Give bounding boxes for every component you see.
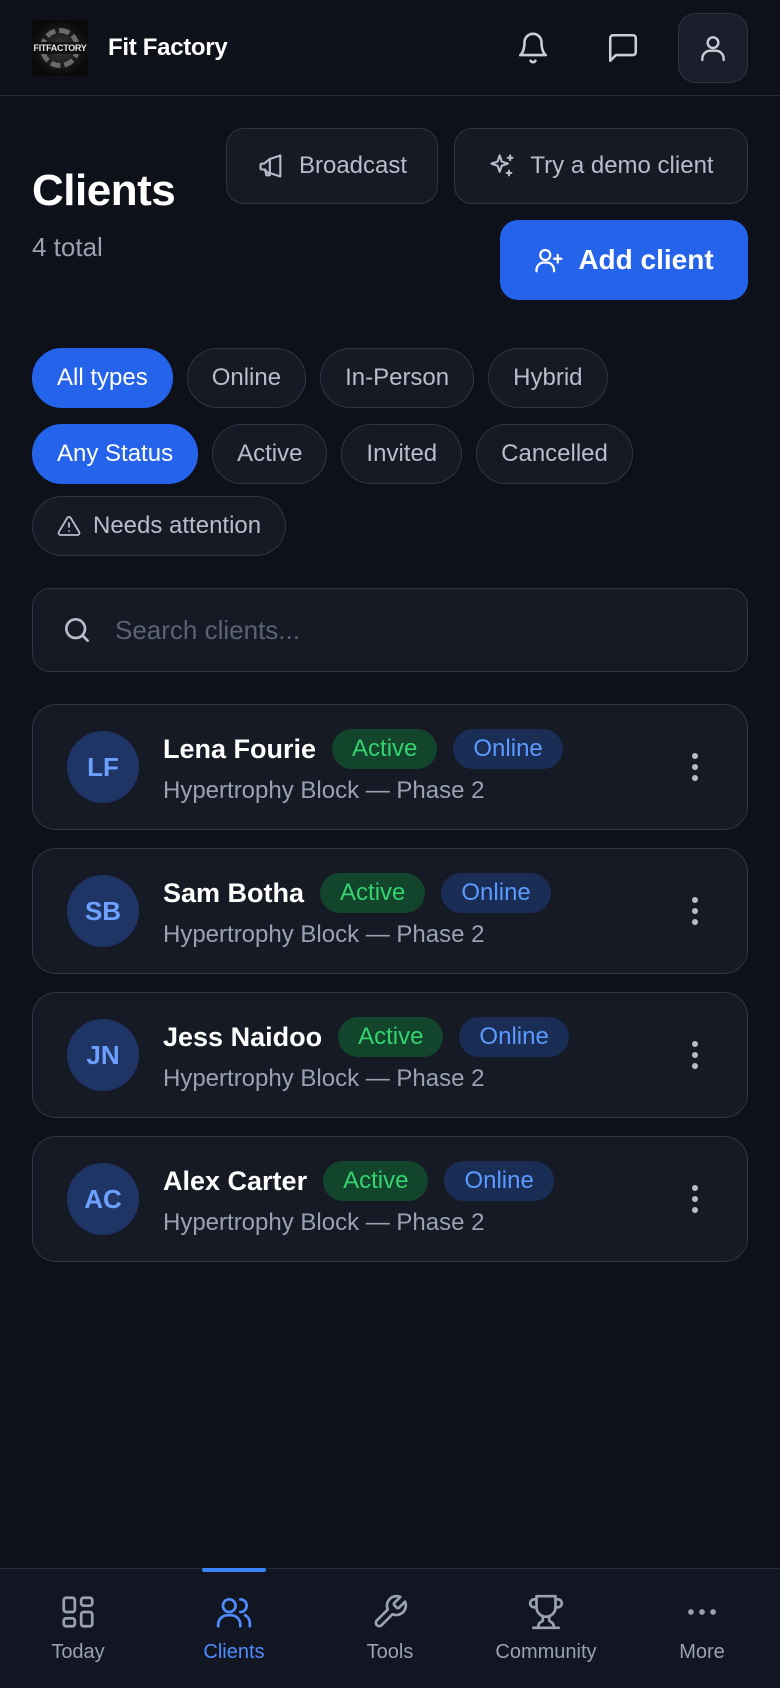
page-title: Clients [32,166,176,215]
bell-icon [518,32,548,63]
client-program: Hypertrophy Block — Phase 2 [163,777,485,804]
nav-clients[interactable]: Clients [156,1569,312,1688]
search-bar [32,588,748,672]
client-info: Lena Fourie Active Online Hypertrophy Bl… [163,729,563,805]
type-badge: Online [444,1161,554,1201]
client-name-row: Alex Carter Active Online [163,1161,554,1201]
filter-needs-attention[interactable]: Needs attention [32,496,287,556]
more-vertical-icon [692,1041,698,1069]
type-badge: Online [453,729,563,769]
messages-button[interactable] [588,13,658,83]
user-icon [701,35,725,61]
app: FITFACTORY Fit Factory Clients 4 total B… [0,0,780,1688]
search-icon [65,618,89,642]
avatar: JN [67,1019,139,1091]
status-badge: Active [323,1161,429,1201]
nav-tools-label: Tools [366,1641,414,1663]
demo-label: Try a demo client [530,152,714,179]
filter-any-status[interactable]: Any Status [32,424,199,484]
type-badge: Online [441,873,551,913]
filter-in-person[interactable]: In-Person [320,348,475,408]
user-plus-icon [535,248,563,273]
client-program: Hypertrophy Block — Phase 2 [163,1209,485,1236]
client-info: Alex Carter Active Online Hypertrophy Bl… [163,1161,554,1237]
nav-today[interactable]: Today [0,1569,156,1688]
megaphone-icon [259,154,282,178]
avatar: SB [67,875,139,947]
filter-hybrid[interactable]: Hybrid [488,348,608,408]
broadcast-label: Broadcast [298,152,408,179]
avatar: AC [67,1163,139,1235]
client-card[interactable]: AC Alex Carter Active Online Hypertrophy… [32,1136,748,1262]
filter-all-types[interactable]: All types [32,348,173,408]
avatar: LF [67,731,139,803]
top-bar: FITFACTORY Fit Factory [0,0,780,96]
brand-logo[interactable]: FITFACTORY [32,19,88,76]
wrench-icon [374,1594,408,1628]
needs-attention-label: Needs attention [93,512,262,539]
client-count: 4 total [32,232,103,262]
trophy-icon [528,1594,564,1630]
more-icon [688,1609,716,1615]
client-menu-button[interactable] [675,1025,715,1085]
nav-today-label: Today [51,1641,105,1663]
client-list: LF Lena Fourie Active Online Hypertrophy… [32,704,748,1262]
sparkles-icon [490,154,514,177]
add-client-button[interactable]: Add client [500,220,748,300]
status-badge: Active [332,729,438,769]
notifications-button[interactable] [498,13,568,83]
filter-online[interactable]: Online [186,348,307,408]
alert-triangle-icon [57,516,81,536]
client-name-row: Lena Fourie Active Online [163,729,563,769]
try-demo-client-button[interactable]: Try a demo client [454,128,748,204]
add-client-label: Add client [578,244,714,275]
broadcast-button[interactable]: Broadcast [226,128,438,204]
users-icon [216,1597,252,1628]
bottom-nav: Today Clients Tools Community More [0,1568,780,1688]
client-menu-button[interactable] [675,737,715,797]
client-name-row: Sam Botha Active Online [163,873,551,913]
client-info: Jess Naidoo Active Online Hypertrophy Bl… [163,1017,569,1093]
client-card[interactable]: LF Lena Fourie Active Online Hypertrophy… [32,704,748,830]
client-card[interactable]: SB Sam Botha Active Online Hypertrophy B… [32,848,748,974]
client-name: Alex Carter [163,1165,308,1196]
status-badge: Active [338,1017,444,1057]
client-program: Hypertrophy Block — Phase 2 [163,921,485,948]
client-name: Sam Botha [163,877,305,908]
more-vertical-icon [692,753,698,781]
client-info: Sam Botha Active Online Hypertrophy Bloc… [163,873,551,949]
nav-tools[interactable]: Tools [312,1569,468,1688]
filter-cancelled[interactable]: Cancelled [476,424,633,484]
nav-community[interactable]: Community [468,1569,624,1688]
client-name-row: Jess Naidoo Active Online [163,1017,569,1057]
grid-icon [62,1596,94,1628]
message-square-icon [608,33,638,62]
profile-button[interactable] [678,12,748,83]
nav-more[interactable]: More [624,1569,780,1688]
filter-active[interactable]: Active [212,424,328,484]
attention-filter-row: Needs attention [32,496,287,556]
status-badge: Active [320,873,426,913]
type-filter-row: All types Online In-Person Hybrid [32,348,608,408]
status-filter-row: Any Status Active Invited Cancelled [32,424,633,484]
filter-invited[interactable]: Invited [341,424,463,484]
client-program: Hypertrophy Block — Phase 2 [163,1065,485,1092]
nav-more-label: More [679,1641,725,1663]
type-badge: Online [459,1017,569,1057]
logo-text: FITFACTORY [32,41,88,54]
client-name: Jess Naidoo [163,1021,323,1052]
client-menu-button[interactable] [675,1169,715,1229]
header-actions [498,12,748,83]
client-menu-button[interactable] [675,881,715,941]
search-input[interactable] [115,614,719,646]
nav-clients-label: Clients [203,1641,265,1663]
nav-community-label: Community [495,1641,597,1663]
brand-name: Fit Factory [108,33,228,61]
more-vertical-icon [692,897,698,925]
client-card[interactable]: JN Jess Naidoo Active Online Hypertrophy… [32,992,748,1118]
more-vertical-icon [692,1185,698,1213]
client-name: Lena Fourie [163,733,317,764]
